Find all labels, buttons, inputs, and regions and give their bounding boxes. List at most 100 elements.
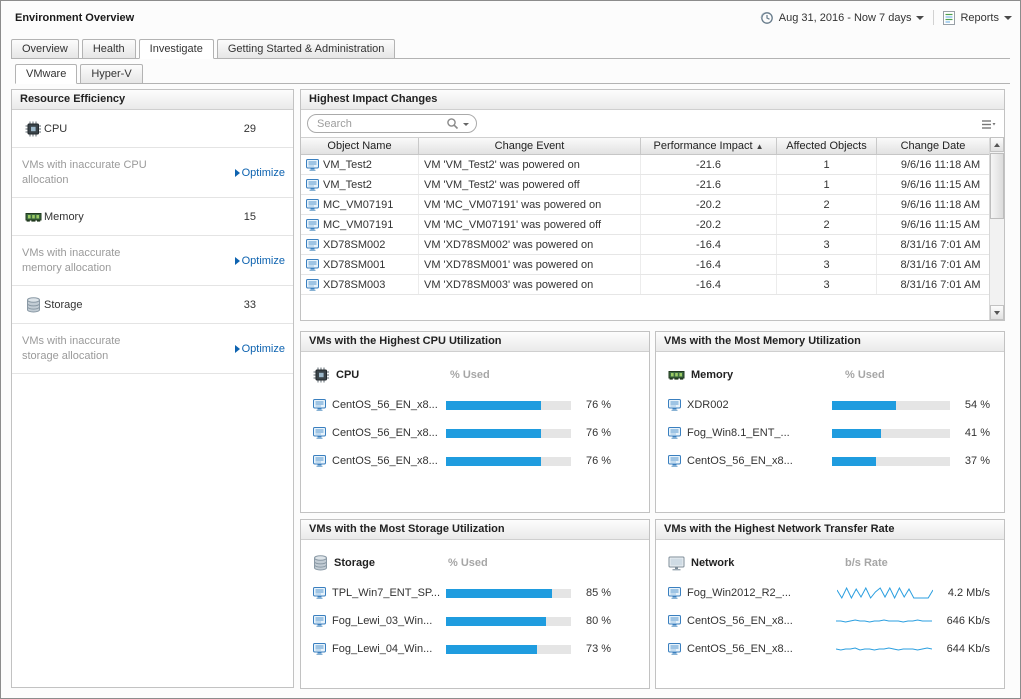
vm-icon <box>306 259 319 271</box>
vm-row[interactable]: Fog_Win8.1_ENT_... 41 % <box>668 419 990 447</box>
vm-row[interactable]: XDR002 54 % <box>668 391 990 419</box>
cell-performance-impact: -16.4 <box>641 255 777 274</box>
vm-name[interactable]: CentOS_56_EN_x8... <box>687 615 830 627</box>
column-header-affected-objects[interactable]: Affected Objects <box>777 138 877 154</box>
vm-row[interactable]: CentOS_56_EN_x8... 76 % <box>313 447 635 475</box>
network-icon <box>668 556 685 571</box>
tab-investigate[interactable]: Investigate <box>139 39 214 59</box>
search-options-caret-icon[interactable] <box>463 123 469 129</box>
vm-icon <box>306 179 319 191</box>
vm-row[interactable]: CentOS_56_EN_x8... 76 % <box>313 391 635 419</box>
vm-icon <box>313 615 326 627</box>
metric-value: 76 % <box>586 455 611 467</box>
topbar-controls: Aug 31, 2016 - Now 7 days Reports <box>760 10 1012 25</box>
optimize-arrow-icon <box>235 257 240 265</box>
environment-overview-window: Environment Overview Aug 31, 2016 - Now … <box>0 0 1021 699</box>
cell-change-event: VM 'XD78SM002' was powered on <box>419 235 641 254</box>
optimize-link[interactable]: Optimize <box>235 167 285 179</box>
cell-change-date: 9/6/16 11:18 AM <box>877 195 1004 214</box>
vm-row[interactable]: CentOS_56_EN_x8... 644 Kb/s <box>668 635 990 663</box>
cell-object-name[interactable]: VM_Test2 <box>301 175 419 194</box>
vm-name[interactable]: TPL_Win7_ENT_SP... <box>332 587 440 599</box>
table-row[interactable]: XD78SM002 VM 'XD78SM002' was powered on … <box>301 235 1004 255</box>
search-box[interactable] <box>307 114 477 133</box>
optimize-link[interactable]: Optimize <box>235 343 285 355</box>
cell-object-name[interactable]: MC_VM07191 <box>301 215 419 234</box>
vm-row[interactable]: Fog_Lewi_03_Win... 80 % <box>313 607 635 635</box>
cell-object-name[interactable]: VM_Test2 <box>301 155 419 174</box>
scroll-down-button[interactable] <box>990 305 1004 320</box>
timerange-control[interactable]: Aug 31, 2016 - Now 7 days <box>760 11 925 25</box>
scroll-thumb[interactable] <box>990 153 1004 219</box>
tab-health[interactable]: Health <box>82 39 136 59</box>
tab-overview[interactable]: Overview <box>11 39 79 59</box>
cell-change-event: VM 'VM_Test2' was powered on <box>419 155 641 174</box>
vm-name[interactable]: CentOS_56_EN_x8... <box>332 427 440 439</box>
resource-efficiency-title: Resource Efficiency <box>12 90 293 110</box>
resource-note-row-cpu: VMs with inaccurate CPU allocation Optim… <box>12 148 293 198</box>
impact-toolbar <box>301 110 1004 137</box>
table-row[interactable]: VM_Test2 VM 'VM_Test2' was powered off -… <box>301 175 1004 195</box>
vm-row[interactable]: Fog_Win2012_R2_... 4.2 Mb/s <box>668 579 990 607</box>
vm-icon <box>306 159 319 171</box>
cell-object-name[interactable]: XD78SM002 <box>301 235 419 254</box>
vertical-scrollbar[interactable] <box>989 137 1004 320</box>
page-title: Environment Overview <box>15 12 134 24</box>
vm-name[interactable]: Fog_Win8.1_ENT_... <box>687 427 826 439</box>
table-row[interactable]: MC_VM07191 VM 'MC_VM07191' was powered o… <box>301 195 1004 215</box>
utilization-bar <box>832 401 950 410</box>
vm-row[interactable]: CentOS_56_EN_x8... 76 % <box>313 419 635 447</box>
cell-performance-impact: -21.6 <box>641 155 777 174</box>
vm-icon <box>668 615 681 627</box>
resource-note: VMs with inaccurate storage allocation <box>22 334 152 364</box>
vm-name[interactable]: CentOS_56_EN_x8... <box>687 455 826 467</box>
cell-object-name[interactable]: MC_VM07191 <box>301 195 419 214</box>
transfer-rate-sparkline <box>836 641 932 657</box>
vm-name[interactable]: CentOS_56_EN_x8... <box>687 643 830 655</box>
search-icon[interactable] <box>446 117 459 130</box>
table-options-icon[interactable] <box>981 119 996 130</box>
cell-object-name[interactable]: XD78SM001 <box>301 255 419 274</box>
table-row[interactable]: MC_VM07191 VM 'MC_VM07191' was powered o… <box>301 215 1004 235</box>
search-input[interactable] <box>315 117 442 131</box>
panel-vms-with-the-most-storage-utilization: VMs with the Most Storage Utilization St… <box>300 519 650 689</box>
vm-name[interactable]: Fog_Lewi_04_Win... <box>332 643 440 655</box>
scroll-up-button[interactable] <box>990 137 1004 152</box>
table-row[interactable]: VM_Test2 VM 'VM_Test2' was powered on -2… <box>301 155 1004 175</box>
subtab-vmware[interactable]: VMware <box>15 64 77 84</box>
resource-value: 15 <box>244 211 256 223</box>
metric-label: Network <box>691 557 839 569</box>
metric-label: Storage <box>334 557 442 569</box>
subtab-hyper-v[interactable]: Hyper-V <box>80 64 142 84</box>
metric-value: 4.2 Mb/s <box>948 587 990 599</box>
resource-list: CPU 29 VMs with inaccurate CPU allocatio… <box>12 110 293 374</box>
vm-name[interactable]: CentOS_56_EN_x8... <box>332 399 440 411</box>
vm-name[interactable]: Fog_Win2012_R2_... <box>687 587 831 599</box>
vm-icon <box>313 587 326 599</box>
cell-object-name[interactable]: XD78SM003 <box>301 275 419 294</box>
cell-change-event: VM 'XD78SM003' was powered on <box>419 275 641 294</box>
vm-name[interactable]: CentOS_56_EN_x8... <box>332 455 440 467</box>
vm-name[interactable]: XDR002 <box>687 399 826 411</box>
column-header-performance-impact[interactable]: Performance Impact▲ <box>641 138 777 154</box>
vm-row[interactable]: TPL_Win7_ENT_SP... 85 % <box>313 579 635 607</box>
tab-getting-started-administration[interactable]: Getting Started & Administration <box>217 39 396 59</box>
value-axis-label: b/s Rate <box>845 557 888 569</box>
memory-icon <box>22 209 44 225</box>
topbar-divider <box>933 10 934 25</box>
resource-value: 29 <box>244 123 256 135</box>
optimize-link[interactable]: Optimize <box>235 255 285 267</box>
timerange-label: Aug 31, 2016 - Now 7 days <box>779 12 912 24</box>
table-row[interactable]: XD78SM003 VM 'XD78SM003' was powered on … <box>301 275 1004 295</box>
table-row[interactable]: XD78SM001 VM 'XD78SM001' was powered on … <box>301 255 1004 275</box>
column-header-change-event[interactable]: Change Event <box>419 138 641 154</box>
vm-row[interactable]: CentOS_56_EN_x8... 37 % <box>668 447 990 475</box>
utilization-bar <box>446 589 571 598</box>
column-header-change-date[interactable]: Change Date <box>877 138 989 154</box>
table-header: Object NameChange EventPerformance Impac… <box>301 137 989 155</box>
vm-row[interactable]: Fog_Lewi_04_Win... 73 % <box>313 635 635 663</box>
column-header-object-name[interactable]: Object Name <box>301 138 419 154</box>
vm-name[interactable]: Fog_Lewi_03_Win... <box>332 615 440 627</box>
vm-row[interactable]: CentOS_56_EN_x8... 646 Kb/s <box>668 607 990 635</box>
reports-control[interactable]: Reports <box>943 11 1012 25</box>
